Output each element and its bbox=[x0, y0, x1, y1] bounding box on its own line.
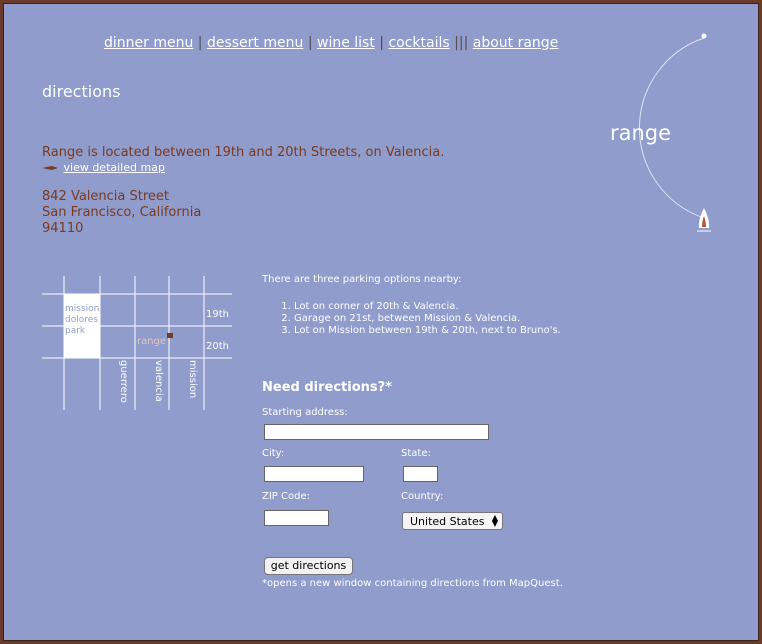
nav-separator: ||| bbox=[454, 35, 469, 51]
map-label-mission: mission bbox=[187, 360, 198, 399]
nav-dessert-menu-link[interactable]: dessert menu bbox=[207, 35, 303, 51]
map-label-20th: 20th bbox=[206, 341, 229, 352]
map-label-19th: 19th bbox=[206, 309, 229, 320]
nav-cocktails-link[interactable]: cocktails bbox=[388, 35, 449, 51]
map-park-label: mission dolores park bbox=[65, 304, 99, 337]
address-street: 842 Valencia Street bbox=[42, 189, 170, 204]
map-label-range: range bbox=[137, 336, 167, 347]
parking-option: Lot on corner of 20th & Valencia. bbox=[294, 301, 561, 313]
parking-option: Lot on Mission between 19th & 20th, next… bbox=[294, 325, 561, 337]
address-block: 842 Valencia Street San Francisco, Calif… bbox=[42, 189, 201, 237]
parking-intro: There are three parking options nearby: bbox=[262, 274, 462, 285]
park-label-line: park bbox=[65, 326, 86, 336]
top-nav: dinner menu | dessert menu | wine list |… bbox=[104, 35, 558, 51]
address-city: San Francisco, California bbox=[42, 205, 202, 220]
zip-code-input[interactable] bbox=[264, 510, 329, 526]
parking-section: There are three parking options nearby: … bbox=[262, 274, 561, 337]
country-label: Country: bbox=[401, 491, 444, 502]
parking-option: Garage on 21st, between Mission & Valenc… bbox=[294, 313, 561, 325]
state-input[interactable] bbox=[403, 466, 438, 482]
range-location-marker bbox=[167, 333, 173, 338]
state-label: State: bbox=[401, 448, 431, 459]
nav-about-range-link[interactable]: about range bbox=[473, 35, 559, 51]
park-label-line: dolores bbox=[65, 315, 98, 325]
map-label-valencia: valencia bbox=[153, 360, 164, 402]
map-link-row: view detailed map bbox=[42, 161, 165, 174]
map-label-guerrero: guerrero bbox=[118, 360, 129, 403]
page-title: directions bbox=[42, 82, 121, 101]
view-detailed-map-link[interactable]: view detailed map bbox=[64, 161, 165, 174]
starting-address-label: Starting address: bbox=[262, 407, 348, 418]
page-frame: dinner menu | dessert menu | wine list |… bbox=[3, 3, 759, 641]
get-directions-button[interactable]: get directions bbox=[264, 557, 353, 575]
parking-list: Lot on corner of 20th & Valencia. Garage… bbox=[262, 301, 561, 337]
nav-dinner-menu-link[interactable]: dinner menu bbox=[104, 35, 193, 51]
logo-text: range bbox=[610, 121, 672, 145]
arrow-icon bbox=[42, 166, 58, 170]
directions-heading: Need directions?* bbox=[262, 380, 392, 395]
city-input[interactable] bbox=[264, 466, 364, 482]
zip-code-label: ZIP Code: bbox=[262, 491, 310, 502]
city-label: City: bbox=[262, 448, 285, 459]
mapquest-note: *opens a new window containing direction… bbox=[262, 578, 563, 589]
country-selected-value: United States bbox=[410, 515, 485, 528]
select-arrows-icon: ▲ ▼ bbox=[491, 513, 498, 528]
nav-separator: | bbox=[197, 35, 203, 51]
starting-address-input[interactable] bbox=[264, 424, 489, 440]
location-text: Range is located between 19th and 20th S… bbox=[42, 145, 445, 160]
nav-separator: | bbox=[379, 35, 385, 51]
nav-wine-list-link[interactable]: wine list bbox=[317, 35, 375, 51]
park-label-line: mission bbox=[65, 304, 100, 314]
address-zip: 94110 bbox=[42, 221, 84, 236]
nav-separator: | bbox=[307, 35, 313, 51]
country-select[interactable]: United States ▲ ▼ bbox=[402, 512, 503, 530]
